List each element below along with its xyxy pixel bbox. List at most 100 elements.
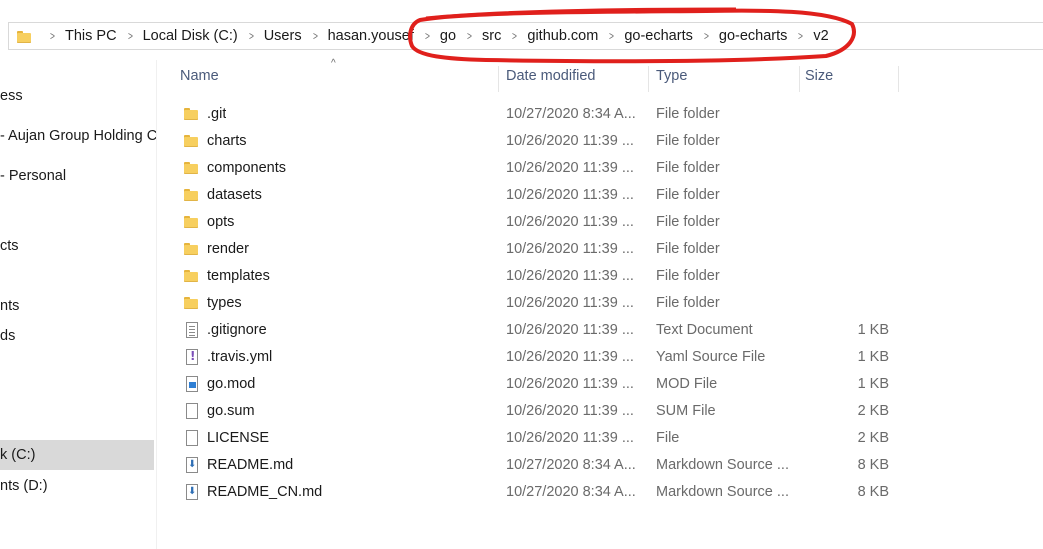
breadcrumb-item[interactable]: > go (414, 28, 456, 44)
file-size: 2 KB (857, 403, 889, 419)
file-date-modified: 10/27/2020 8:34 A... (506, 106, 636, 122)
breadcrumb-item[interactable]: > v2 (787, 28, 828, 44)
markdown-file-icon (184, 484, 200, 500)
file-name: .travis.yml (207, 349, 273, 365)
breadcrumb-label[interactable]: src (482, 28, 501, 44)
folder-icon (184, 187, 200, 203)
breadcrumb-label[interactable]: go (440, 28, 456, 44)
column-header-size[interactable]: Size (805, 66, 899, 92)
table-row[interactable]: .gitignore 10/26/2020 11:39 ... Text Docum… (157, 317, 1043, 344)
folder-icon (184, 295, 200, 311)
breadcrumb-item[interactable]: > go-echarts (693, 28, 788, 44)
file-size (797, 101, 889, 128)
breadcrumb-label[interactable]: hasan.yousef (328, 28, 414, 44)
chevron-right-icon[interactable]: > (50, 29, 55, 43)
file-type: File folder (656, 133, 720, 149)
breadcrumb-item[interactable]: > Local Disk (C:) (117, 28, 238, 44)
yaml-file-icon (184, 349, 200, 365)
breadcrumb-label[interactable]: Local Disk (C:) (143, 28, 238, 44)
table-row[interactable]: LICENSE 10/26/2020 11:39 ... File 2 KB (157, 425, 1043, 452)
nav-item-local-disk-c[interactable]: k (C:) (0, 440, 154, 470)
breadcrumb-label[interactable]: go-echarts (719, 28, 788, 44)
breadcrumb-item[interactable]: > go-echarts (598, 28, 693, 44)
file-type: File folder (656, 187, 720, 203)
table-row[interactable]: types 10/26/2020 11:39 ... File folder (157, 290, 1043, 317)
table-row[interactable]: .travis.yml 10/26/2020 11:39 ... Yaml Sour… (157, 344, 1043, 371)
file-type: File folder (656, 106, 720, 122)
breadcrumb-label[interactable]: go-echarts (624, 28, 693, 44)
nav-item-documents[interactable]: nts (0, 294, 19, 318)
file-type: File folder (656, 160, 720, 176)
table-row[interactable]: go.mod 10/26/2020 11:39 ... MOD File 1 KB (157, 371, 1043, 398)
breadcrumb-item[interactable]: > This PC (39, 28, 117, 44)
folder-icon (184, 214, 200, 230)
breadcrumb-label[interactable]: This PC (65, 28, 117, 44)
folder-icon (184, 133, 200, 149)
table-row[interactable]: README.md 10/27/2020 8:34 A... Markdown So… (157, 452, 1043, 479)
file-name: charts (207, 133, 247, 149)
file-date-modified: 10/27/2020 8:34 A... (506, 484, 636, 500)
chevron-right-icon[interactable]: > (313, 29, 318, 43)
file-type: File folder (656, 295, 720, 311)
file-name: go.mod (207, 376, 256, 392)
breadcrumb: > This PC > Local Disk (C:) > Users > hasan.you… (39, 28, 829, 44)
breadcrumb-label[interactable]: github.com (527, 28, 598, 44)
folder-icon (184, 160, 200, 176)
table-row[interactable]: render 10/26/2020 11:39 ... File folder (157, 236, 1043, 263)
file-name: .gitignore (207, 322, 267, 338)
file-type: File folder (656, 241, 720, 257)
nav-item-quick-access[interactable]: ess (0, 84, 23, 108)
breadcrumb-label[interactable]: v2 (813, 28, 828, 44)
file-type: Yaml Source File (656, 349, 766, 365)
file-date-modified: 10/26/2020 11:39 ... (506, 403, 634, 419)
chevron-right-icon[interactable]: > (425, 29, 430, 43)
nav-item-downloads[interactable]: ds (0, 324, 15, 348)
nav-item-onedrive-personal[interactable]: - Personal (0, 164, 66, 188)
nav-item-disk-d[interactable]: nts (D:) (0, 474, 48, 498)
chevron-right-icon[interactable]: > (609, 29, 614, 43)
table-row[interactable]: components 10/26/2020 11:39 ... File folde… (157, 155, 1043, 182)
file-type: Markdown Source ... (656, 457, 789, 473)
chevron-right-icon[interactable]: > (798, 29, 803, 43)
table-row[interactable]: templates 10/26/2020 11:39 ... File folder (157, 263, 1043, 290)
table-row[interactable]: opts 10/26/2020 11:39 ... File folder (157, 209, 1043, 236)
chevron-right-icon[interactable]: > (249, 29, 254, 43)
breadcrumb-item[interactable]: > github.com (501, 28, 598, 44)
file-name: README.md (207, 457, 294, 473)
file-date-modified: 10/26/2020 11:39 ... (506, 187, 634, 203)
file-icon (184, 430, 200, 446)
file-date-modified: 10/26/2020 11:39 ... (506, 349, 634, 365)
table-row[interactable]: .git 10/27/2020 8:34 A... File folder (157, 101, 1043, 128)
address-bar[interactable]: > This PC > Local Disk (C:) > Users > hasan.you… (8, 22, 1043, 50)
table-row[interactable]: go.sum 10/26/2020 11:39 ... SUM File 2 KB (157, 398, 1043, 425)
breadcrumb-label[interactable]: Users (264, 28, 302, 44)
file-size (797, 155, 889, 182)
file-size: 1 KB (857, 376, 889, 392)
file-date-modified: 10/26/2020 11:39 ... (506, 160, 634, 176)
file-icon (184, 403, 200, 419)
table-row[interactable]: datasets 10/26/2020 11:39 ... File folder (157, 182, 1043, 209)
breadcrumb-item[interactable]: > src (456, 28, 501, 44)
chevron-right-icon[interactable]: > (128, 29, 133, 43)
file-size (797, 128, 889, 155)
nav-item-3d-objects[interactable]: cts (0, 234, 19, 258)
column-header-name[interactable]: Name (180, 66, 499, 92)
column-header-date-modified[interactable]: Date modified (506, 66, 649, 92)
file-type: MOD File (656, 376, 718, 392)
chevron-right-icon[interactable]: > (467, 29, 472, 43)
nav-item-onedrive-aujan[interactable]: - Aujan Group Holding C (0, 124, 156, 148)
file-name: datasets (207, 187, 262, 203)
file-date-modified: 10/26/2020 11:39 ... (506, 376, 634, 392)
breadcrumb-item[interactable]: > hasan.yousef (302, 28, 414, 44)
chevron-right-icon[interactable]: > (704, 29, 709, 43)
file-name: render (207, 241, 249, 257)
column-header-type[interactable]: Type (656, 66, 800, 92)
file-type: Markdown Source ... (656, 484, 789, 500)
file-name: components (207, 160, 286, 176)
table-row[interactable]: charts 10/26/2020 11:39 ... File folder (157, 128, 1043, 155)
breadcrumb-item[interactable]: > Users (238, 28, 302, 44)
table-row[interactable]: README_CN.md 10/27/2020 8:34 A... Markdown… (157, 479, 1043, 506)
file-size (797, 182, 889, 209)
chevron-right-icon[interactable]: > (512, 29, 517, 43)
file-size (797, 236, 889, 263)
